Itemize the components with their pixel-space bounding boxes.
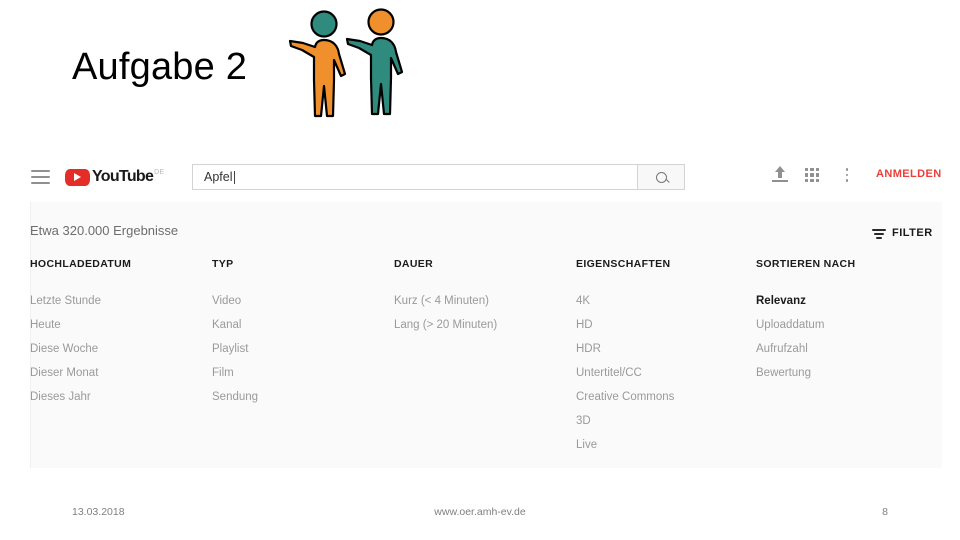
youtube-logo[interactable]: YouTube DE (65, 168, 165, 188)
search-area: Apfel (192, 164, 685, 190)
figure-right (345, 8, 404, 116)
upload-icon[interactable] (770, 166, 788, 184)
filter-option[interactable]: Creative Commons (576, 391, 756, 403)
slide-footer: 13.03.2018 www.oer.amh-ev.de 8 (0, 506, 960, 528)
filter-option[interactable]: Live (576, 439, 756, 451)
filter-option[interactable]: Diese Woche (30, 343, 212, 355)
search-input[interactable]: Apfel (192, 164, 638, 190)
search-input-value: Apfel (204, 170, 233, 184)
search-button[interactable] (638, 164, 685, 190)
figure-left (288, 10, 347, 118)
filter-column-eigenschaften: EIGENSCHAFTEN 4K HD HDR Untertitel/CC Cr… (576, 258, 756, 464)
filter-option[interactable]: Playlist (212, 343, 394, 355)
filter-option[interactable]: Sendung (212, 391, 394, 403)
footer-page-number: 8 (882, 506, 888, 518)
text-caret (233, 170, 235, 184)
filter-option[interactable]: Letzte Stunde (30, 295, 212, 307)
filter-button[interactable]: FILTER (872, 226, 933, 240)
column-header: EIGENSCHAFTEN (576, 258, 671, 270)
filter-column-dauer: DAUER Kurz (< 4 Minuten) Lang (> 20 Minu… (394, 258, 576, 464)
filter-column-typ: TYP Video Kanal Playlist Film Sendung (212, 258, 394, 464)
hamburger-menu-icon[interactable] (31, 170, 50, 184)
filter-option[interactable]: 4K (576, 295, 756, 307)
page-title: Aufgabe 2 (72, 46, 248, 88)
youtube-logo-text: YouTube (92, 168, 154, 185)
youtube-country-code: DE (154, 169, 165, 176)
filter-option[interactable]: Uploaddatum (756, 319, 936, 331)
filter-columns: HOCHLADEDATUM Letzte Stunde Heute Diese … (30, 258, 941, 464)
filter-option[interactable]: Dieser Monat (30, 367, 212, 379)
more-vertical-icon[interactable] (845, 168, 849, 182)
filter-option[interactable]: Dieses Jahr (30, 391, 212, 403)
filter-button-label: FILTER (892, 227, 933, 239)
filter-option[interactable]: Film (212, 367, 394, 379)
filter-option[interactable]: Untertitel/CC (576, 367, 756, 379)
filter-column-hochladedatum: HOCHLADEDATUM Letzte Stunde Heute Diese … (30, 258, 212, 464)
filter-option[interactable]: 3D (576, 415, 756, 427)
two-figures-clipart (288, 2, 420, 126)
column-header: TYP (212, 258, 234, 270)
apps-grid-icon[interactable] (805, 168, 819, 182)
filter-icon (872, 228, 886, 239)
column-header: SORTIEREN NACH (756, 258, 856, 270)
youtube-play-icon (65, 169, 90, 186)
filter-option[interactable]: HDR (576, 343, 756, 355)
filter-option[interactable]: Bewertung (756, 367, 936, 379)
filter-option[interactable]: Lang (> 20 Minuten) (394, 319, 576, 331)
filter-option[interactable]: Kanal (212, 319, 394, 331)
filter-option[interactable]: Kurz (< 4 Minuten) (394, 295, 576, 307)
filter-option[interactable]: Video (212, 295, 394, 307)
column-header: DAUER (394, 258, 434, 270)
results-count: Etwa 320.000 Ergebnisse (30, 223, 179, 238)
filter-option[interactable]: HD (576, 319, 756, 331)
sign-in-button[interactable]: ANMELDEN (876, 168, 942, 180)
topbar-actions: ANMELDEN (760, 164, 950, 190)
filter-option[interactable]: Heute (30, 319, 212, 331)
filter-option-selected[interactable]: Relevanz (756, 295, 936, 307)
filter-option[interactable]: Aufrufzahl (756, 343, 936, 355)
filter-column-sortieren-nach: SORTIEREN NACH Relevanz Uploaddatum Aufr… (756, 258, 936, 464)
column-header: HOCHLADEDATUM (30, 258, 132, 270)
slide: Aufgabe 2 YouTube DE Apfel ANMELDEN Etwa… (0, 0, 960, 540)
search-icon (655, 171, 667, 183)
